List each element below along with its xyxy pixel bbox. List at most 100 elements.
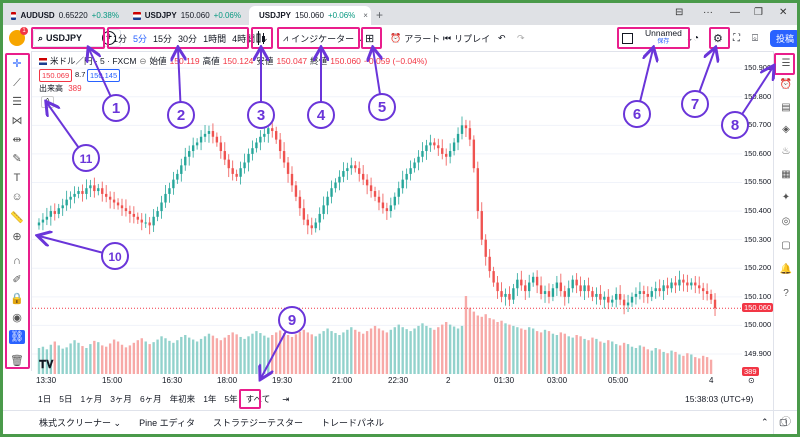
range-1d[interactable]: 1日 (38, 393, 51, 405)
price-axis[interactable]: 150.900 150.800 150.700 150.600 150.500 150.4… (742, 51, 774, 376)
interval-15m[interactable]: 15分 (153, 32, 172, 45)
close-tab-icon[interactable]: × (363, 11, 368, 20)
range-5y[interactable]: 5年 (224, 393, 237, 405)
data-window-icon[interactable]: ▤ (779, 101, 793, 115)
maximize-panel-icon[interactable]: ▢ (779, 417, 788, 428)
minimize-icon[interactable]: — (730, 7, 740, 18)
interval-5m[interactable]: 5分 (133, 32, 147, 45)
range-1m[interactable]: 1ヶ月 (80, 393, 102, 405)
candle-body (539, 285, 543, 294)
publish-label: 投稿 (770, 29, 797, 47)
notifications-icon[interactable]: 🔔 (779, 263, 793, 277)
interval-1h[interactable]: 1時間 (203, 32, 226, 45)
indicators-button[interactable]: ⩘ インジケーター ⌄ (283, 29, 365, 47)
candle-body (112, 199, 116, 203)
symbol-search[interactable]: ⌕ USDJPY + (33, 29, 122, 47)
candle-body (199, 136, 203, 143)
trend-line-icon[interactable]: ⟋ (9, 76, 25, 90)
more-icon[interactable]: ··· (703, 7, 713, 18)
ideas-icon[interactable]: ✦ (779, 191, 793, 205)
range-ytd[interactable]: 年初来 (170, 393, 196, 405)
brush-icon[interactable]: ✎ (9, 152, 25, 166)
streams-icon[interactable]: ◎ (779, 215, 793, 229)
legend-title[interactable]: 米ドル／円 · 5 · FXCM (50, 55, 136, 67)
browser-tab-audusd[interactable]: AUDUSD 0.65220 +0.38% (5, 6, 125, 25)
browser-tab-usdjpy-1[interactable]: USDJPY 150.060 +0.06% (127, 6, 247, 25)
fullscreen-button[interactable]: ⛶ (733, 29, 740, 47)
eye-icon[interactable]: ◉ (9, 311, 25, 325)
symbol-search-box[interactable]: ⌕ USDJPY + (33, 29, 122, 47)
legend-collapse-icon[interactable]: ⊖ (139, 56, 146, 67)
help-icon[interactable]: ? (779, 287, 793, 301)
volume-bar (559, 332, 563, 374)
quick-search-button[interactable]: ◔ (693, 29, 699, 47)
candle-body (480, 211, 483, 240)
buy-price-box[interactable]: 150.145 (87, 69, 121, 82)
monitor-icon[interactable]: ⊟ (675, 7, 683, 18)
crosshair-icon[interactable]: ✛ (9, 57, 25, 71)
chart-type-button[interactable] (255, 29, 267, 47)
trading-panel-tab[interactable]: トレードパネル (321, 416, 384, 429)
sell-price-box[interactable]: 150.069 (39, 69, 73, 82)
stock-screener-tab[interactable]: 株式スクリーナー ⌄ (39, 416, 121, 429)
emoji-icon[interactable]: ☺ (9, 190, 25, 204)
price-tick-label: 149.900 (744, 348, 772, 358)
chat-icon[interactable]: ▢ (779, 239, 793, 253)
collapse-panel-icon[interactable]: ⌃ (761, 417, 769, 428)
candle-body (140, 219, 143, 223)
range-all[interactable]: すべて (246, 393, 271, 405)
maximize-icon[interactable]: ❐ (754, 7, 763, 18)
collapse-indicators-icon[interactable]: ^ (41, 96, 54, 108)
publish-button[interactable]: 投稿 (770, 29, 797, 47)
ruler-icon[interactable]: 📏 (9, 211, 25, 225)
hotlist-icon[interactable]: ♨ (779, 145, 793, 159)
volume-bar (77, 342, 80, 374)
interval-1m[interactable]: 1分 (113, 32, 127, 45)
snapshot-button[interactable]: ⌺ (752, 29, 758, 47)
layers-icon[interactable]: ◈ (779, 123, 793, 137)
alerts-icon[interactable]: ⏰ (779, 78, 793, 92)
magnet-icon[interactable]: ∩ (9, 254, 25, 268)
time-axis[interactable]: 13:30 15:00 16:30 18:00 19:30 21:00 22:30 2 01:3… (32, 374, 742, 388)
replay-button[interactable]: ⏮ リプレイ (443, 29, 490, 47)
interval-30m[interactable]: 30分 (178, 32, 197, 45)
volume-bar (496, 322, 499, 374)
interval-4h[interactable]: 4時間 (232, 32, 255, 45)
clock-readout[interactable]: 15:38:03 (UTC+9) (685, 394, 753, 404)
price-chart[interactable] (32, 51, 742, 374)
redo-button[interactable]: ↷ (517, 29, 525, 47)
range-1y[interactable]: 1年 (203, 393, 216, 405)
new-tab-icon[interactable]: + (376, 8, 383, 22)
pattern-icon[interactable]: ⋈ (9, 114, 25, 128)
close-window-icon[interactable]: ✕ (779, 7, 787, 18)
volume-bar (168, 340, 171, 374)
candle-body (611, 299, 614, 303)
browser-tab-usdjpy-active[interactable]: USDJPY 150.060 +0.06% × (249, 6, 371, 25)
trash-icon[interactable]: 🗑 (9, 354, 25, 368)
range-5d[interactable]: 5日 (59, 393, 72, 405)
candle-body (101, 188, 104, 194)
fib-icon[interactable]: ☰ (9, 95, 25, 109)
lock-drawing-icon[interactable]: ✐ (9, 273, 25, 287)
measure-range-icon[interactable]: ⇹ (9, 133, 25, 147)
calendar-icon[interactable]: ▦ (779, 168, 793, 182)
lock-icon[interactable]: 🔒 (9, 292, 25, 306)
goto-date-icon[interactable]: ⇥ (282, 394, 289, 405)
settings-button[interactable]: ⚙ (713, 29, 723, 47)
watchlist-icon[interactable]: ☰ (779, 57, 793, 71)
layout-grid-button[interactable]: ⊞ (365, 29, 374, 47)
candle-body (381, 202, 385, 209)
user-avatar-button[interactable]: 1 (9, 27, 28, 47)
undo-button[interactable]: ↶ (498, 29, 506, 47)
text-icon[interactable]: T (9, 171, 25, 185)
link-icon[interactable]: ⛓ (9, 330, 25, 344)
alert-button[interactable]: ⏰ アラート (390, 29, 440, 47)
range-3m[interactable]: 3ヶ月 (110, 393, 132, 405)
range-6m[interactable]: 6ヶ月 (140, 393, 162, 405)
strategy-tester-tab[interactable]: ストラテジーテスター (213, 416, 303, 429)
pine-editor-tab[interactable]: Pine エディタ (139, 416, 195, 429)
candle-body (239, 168, 242, 177)
layout-name-button[interactable]: Unnamed 保存 ⌄ (622, 29, 693, 47)
zoom-in-icon[interactable]: ⊕ (9, 230, 25, 244)
time-axis-settings-icon[interactable]: ⊙ (748, 376, 755, 385)
